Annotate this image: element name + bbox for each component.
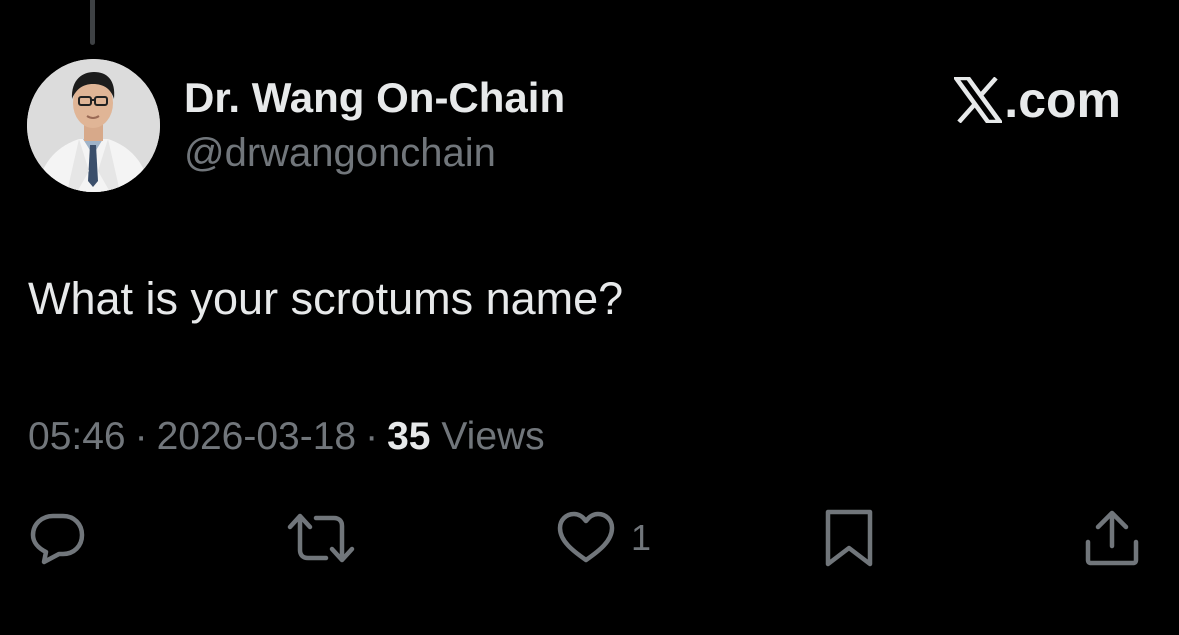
repost-button[interactable] xyxy=(286,506,356,570)
reply-button[interactable] xyxy=(28,506,88,570)
heart-icon xyxy=(557,511,615,563)
author-handle[interactable]: @drwangonchain xyxy=(184,131,496,176)
bookmark-button[interactable] xyxy=(822,506,876,570)
avatar-image xyxy=(27,59,160,192)
brand-domain-text: .com xyxy=(1004,72,1121,128)
x-logo-icon xyxy=(951,75,1005,125)
tweet-action-bar: 1 xyxy=(0,506,1179,570)
like-count: 1 xyxy=(631,517,652,558)
share-icon xyxy=(1085,510,1139,566)
tweet-text: What is your scrotums name? xyxy=(28,273,624,324)
views-label: Views xyxy=(441,415,545,458)
avatar[interactable] xyxy=(27,59,160,192)
share-button[interactable] xyxy=(1082,506,1142,570)
views-count: 35 xyxy=(387,415,431,458)
thread-connector-line xyxy=(90,0,95,45)
author-display-name[interactable]: Dr. Wang On-Chain xyxy=(184,74,565,122)
x-com-branding: .com xyxy=(951,72,1121,128)
meta-separator: · xyxy=(134,415,148,458)
tweet-time[interactable]: 05:46 xyxy=(28,415,126,458)
repost-icon xyxy=(287,513,355,563)
meta-separator: · xyxy=(365,415,379,458)
like-button[interactable]: 1 xyxy=(555,506,651,570)
tweet-date[interactable]: 2026-03-18 xyxy=(157,415,357,458)
tweet-metadata: 05:46 · 2026-03-18 · 35 Views xyxy=(28,415,545,459)
bookmark-icon xyxy=(825,509,873,567)
reply-icon xyxy=(30,513,85,565)
